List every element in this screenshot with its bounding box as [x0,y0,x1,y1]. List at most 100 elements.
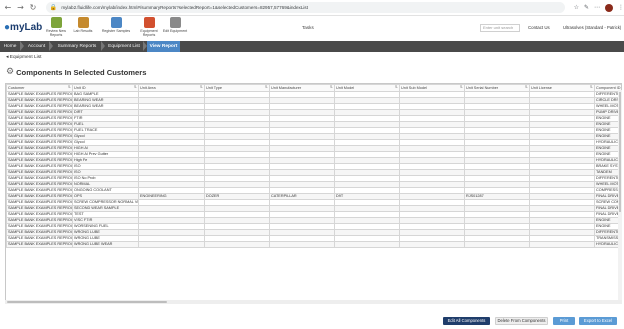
forward-arrow-icon[interactable]: → [16,3,26,13]
register-samples-button[interactable]: Register Samples [101,17,131,33]
sort-icon[interactable]: ⇅ [68,86,71,91]
horizontal-scrollbar[interactable] [5,300,622,304]
breadcrumb-equipment-list[interactable]: Equipment List [105,41,143,52]
sort-icon[interactable]: ⇅ [590,86,593,91]
back-to-equipment-list-link[interactable]: ◂ Equipment List [6,55,41,60]
sort-icon[interactable]: ⇅ [395,86,398,91]
mylab-logo[interactable]: ●myLab [4,22,42,33]
url-text: mylab2.fluidlife.com/mylab/index.html#/s… [61,5,308,10]
column-header[interactable]: Unit License ⇅ [529,84,595,92]
print-button[interactable]: Print [553,317,575,325]
breadcrumb-account[interactable]: Account [24,41,49,52]
delete-from-components-button[interactable]: Delete From Components [495,317,548,325]
lab-results-button[interactable]: Lab Results [68,17,98,33]
gear-icon[interactable]: ⚙ [6,67,14,77]
breadcrumb-view-report[interactable]: View Report [147,41,180,52]
table-cell: SAMPLE BANK EXAMPLES REPROC... [6,127,73,134]
table-cell: SCREW COMPRESSOR NORMAL VIS [72,199,139,206]
review-reports-icon [50,17,62,28]
account-menu[interactable]: Ultrasolves (Standard - Patrick) [563,25,621,30]
table-cell [464,241,530,248]
table-row[interactable]: SAMPLE BANK EXAMPLES REPROC... WRONG LUBE… [6,241,621,248]
column-header-label: Unit Serial Number [466,85,499,90]
column-header-label: Component ID [596,85,621,90]
column-header[interactable]: Unit Model ⇅ [334,84,400,92]
column-header-label: Unit Sub Model [401,85,427,90]
back-arrow-icon[interactable]: ← [3,3,13,13]
extension-icon[interactable]: ✎ [584,4,589,11]
lab-results-icon [77,17,89,28]
sort-icon[interactable]: ⇅ [200,86,203,91]
unit-search-input[interactable]: Enter unit search [480,24,520,32]
table-cell: SAMPLE BANK EXAMPLES REPROC... [6,181,73,188]
table-cell: SAMPLE BANK EXAMPLES REPROC... [6,157,73,164]
table-cell: SAMPLE BANK EXAMPLES REPROC... [6,97,73,104]
table-cell: SAMPLE BANK EXAMPLES REPROC... [6,139,73,146]
edit-all-components-button[interactable]: Edit All Components [443,317,490,325]
table-cell: SAMPLE BANK EXAMPLES REPROC... [6,121,73,128]
sort-icon[interactable]: ⇅ [525,86,528,91]
vertical-scroll-thumb[interactable] [619,92,621,212]
browser-actions: ☆ ✎ ⋯ ⋮ [569,3,624,12]
table-cell: SAMPLE BANK EXAMPLES REPROC... [6,199,73,206]
edit-equipment-button[interactable]: Edit Equipment [160,17,190,33]
column-header-label: Unit Type [206,85,222,90]
table-cell: SAMPLE BANK EXAMPLES REPROC... [6,91,73,98]
app-header: ●myLab Review New Reports Lab Results Re… [0,16,624,40]
column-header[interactable]: Unit ID ⇅ [72,84,139,92]
column-header[interactable]: Customer ⇅ [6,84,73,92]
sort-icon[interactable]: ⇅ [265,86,268,91]
horizontal-scroll-thumb[interactable] [7,301,167,303]
table-cell [529,241,595,248]
sort-icon[interactable]: ⇅ [460,86,463,91]
sort-icon[interactable]: ⇅ [134,86,137,91]
column-header-label: Unit ID [74,85,86,90]
table-cell: SAMPLE BANK EXAMPLES REPROC... [6,169,73,176]
breadcrumb: Home Account Summary Reports Equipment L… [0,41,624,52]
contact-us-link[interactable]: Contact Us [528,25,550,30]
column-header[interactable]: Unit Sub Model ⇅ [399,84,465,92]
export-to-excel-button[interactable]: Export to Excel [579,317,617,325]
table-cell: SAMPLE BANK EXAMPLES REPROC... [6,193,73,200]
table-cell: WRONG LUBE WEAR [72,241,139,248]
review-new-reports-button[interactable]: Review New Reports [41,17,71,37]
browser-menu-icon[interactable]: ⋮ [618,4,624,11]
table-cell: SAMPLE BANK EXAMPLES REPROC... [6,115,73,122]
tasks-link[interactable]: Tasks [302,25,314,30]
table-cell: SAMPLE BANK EXAMPLES REPROC... [6,229,73,236]
table-cell: SAMPLE BANK EXAMPLES REPROC... [6,241,73,248]
table-cell: SAMPLE BANK EXAMPLES REPROC... [6,217,73,224]
table-cell: SAMPLE BANK EXAMPLES REPROC... [6,145,73,152]
table-cell: SAMPLE BANK EXAMPLES REPROC... [6,103,73,110]
reload-icon[interactable]: ↻ [28,3,38,13]
table-cell: SAMPLE BANK EXAMPLES REPROC... [6,223,73,230]
vertical-scrollbar[interactable] [618,90,622,300]
column-header-label: Unit Model [336,85,355,90]
browser-toolbar: ← → ↻ 🔒 mylab2.fluidlife.com/mylab/index… [0,0,624,16]
table-cell: SAMPLE BANK EXAMPLES REPROC... [6,205,73,212]
address-bar[interactable]: 🔒 mylab2.fluidlife.com/mylab/index.html#… [45,2,565,13]
column-header[interactable]: Unit Serial Number ⇅ [464,84,530,92]
table-cell: SAMPLE BANK EXAMPLES REPROC... [6,163,73,170]
edit-equipment-icon [169,17,181,28]
column-header-label: Unit Manufacturer [271,85,302,90]
breadcrumb-home[interactable]: Home [0,41,20,52]
table-cell: SAMPLE BANK EXAMPLES REPROC... [6,175,73,182]
column-header-label: Unit Area [140,85,156,90]
table-cell [269,241,335,248]
components-table: Customer ⇅ Unit ID ⇅ Unit Area ⇅ Unit Type ⇅ Uni… [6,84,621,248]
table-cell: SAMPLE BANK EXAMPLES REPROC... [6,235,73,242]
table-header-row: Customer ⇅ Unit ID ⇅ Unit Area ⇅ Unit Type ⇅ Uni… [6,84,621,92]
register-samples-icon [110,17,122,28]
equipment-reports-icon [143,17,155,28]
column-header[interactable]: Unit Area ⇅ [138,84,205,92]
more-icon[interactable]: ⋯ [594,4,600,11]
bookmark-star-icon[interactable]: ☆ [574,4,579,11]
column-header[interactable]: Unit Manufacturer ⇅ [269,84,335,92]
column-header[interactable]: Unit Type ⇅ [204,84,270,92]
table-cell: SAMPLE BANK EXAMPLES REPROC... [6,187,73,194]
profile-avatar[interactable] [605,3,614,12]
page-title: ⚙ Components In Selected Customers [6,67,147,77]
sort-icon[interactable]: ⇅ [330,86,333,91]
breadcrumb-summary-reports[interactable]: Summary Reports [53,41,101,52]
